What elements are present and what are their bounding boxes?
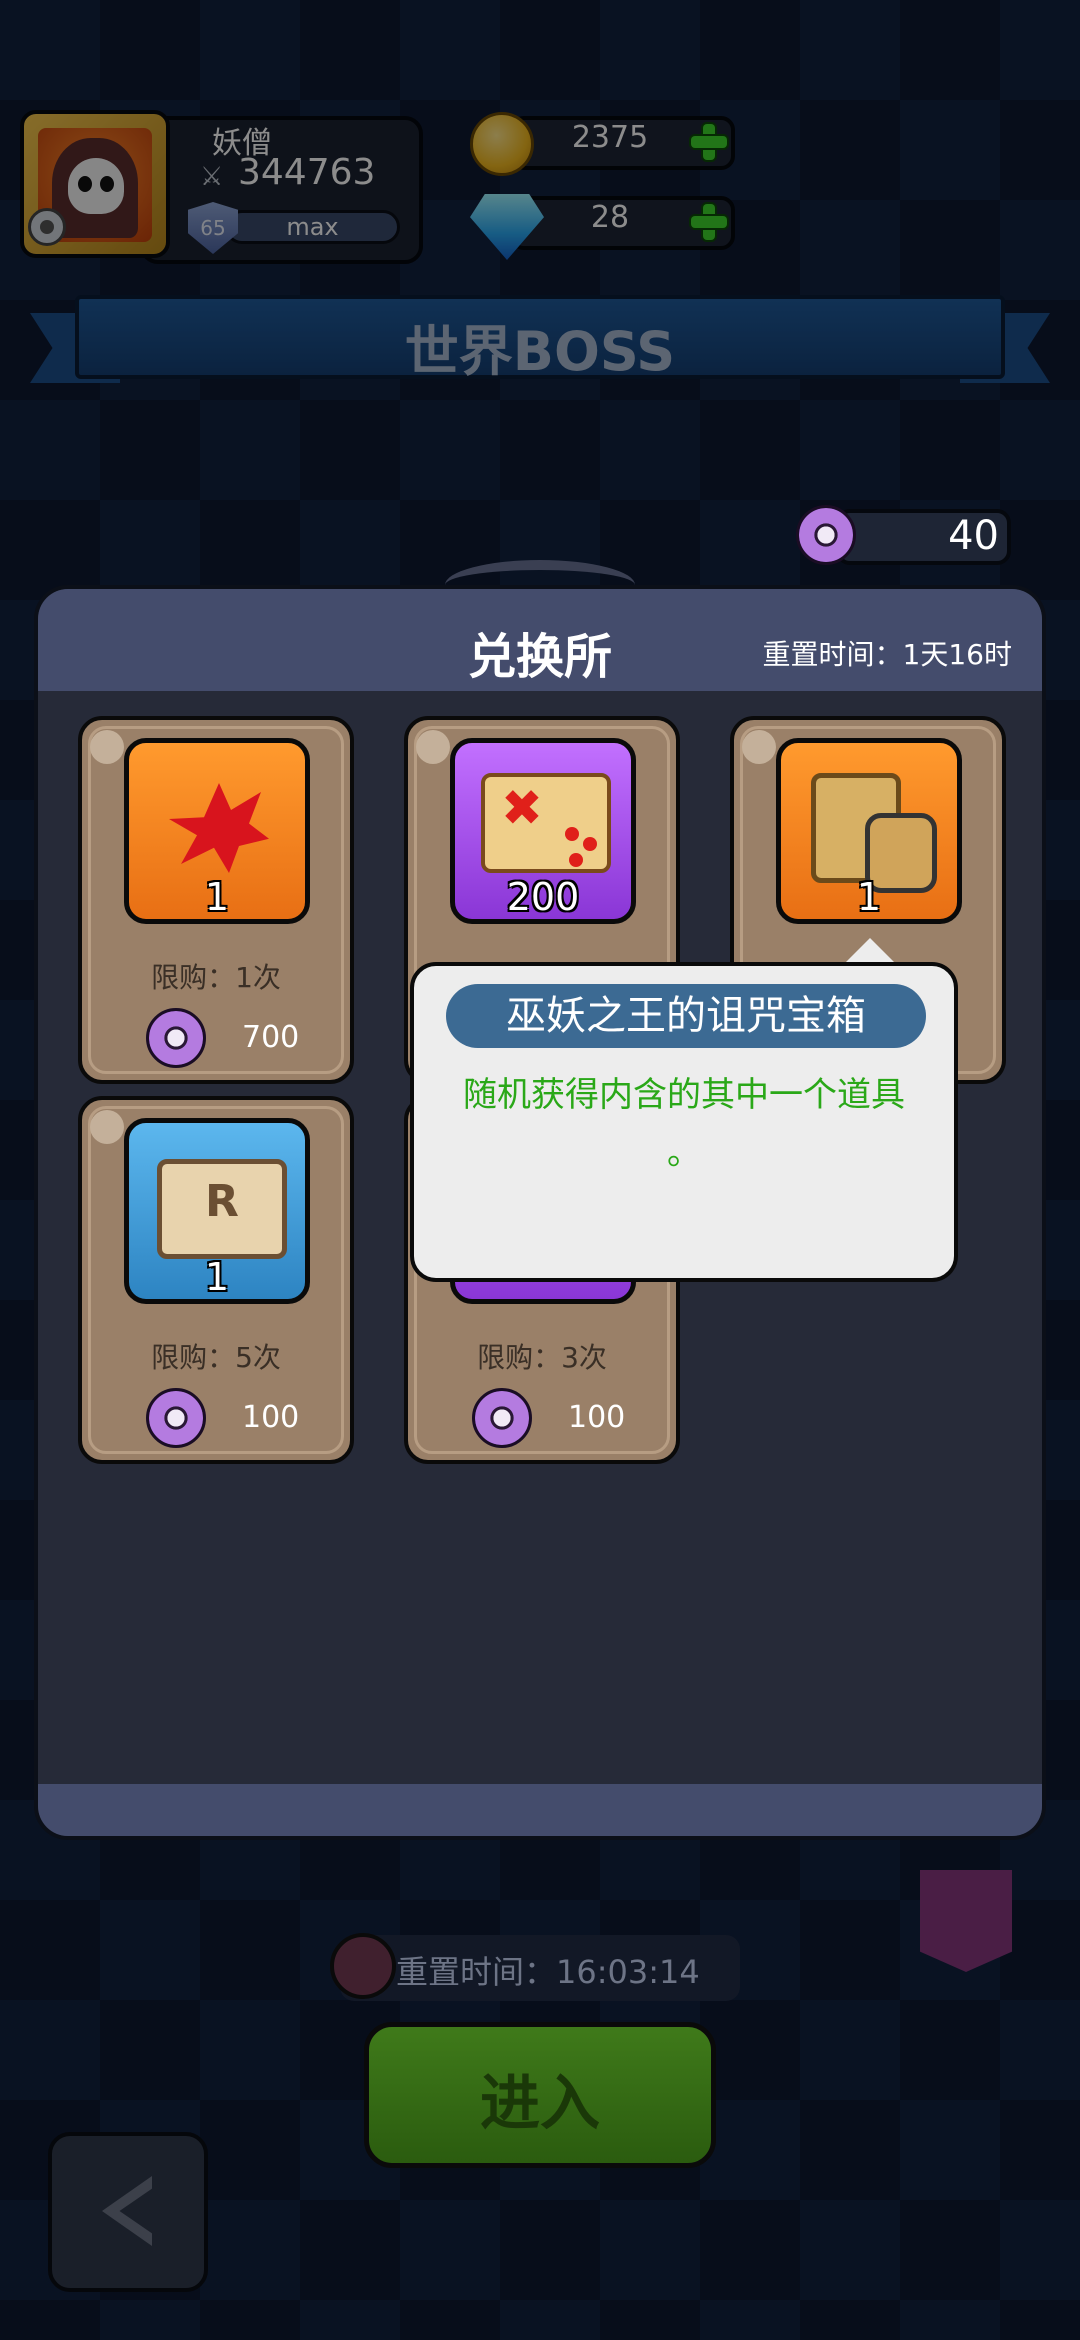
shop-footer xyxy=(38,1784,1042,1836)
item-price: 100 xyxy=(242,1400,300,1435)
item-slot: 1 xyxy=(124,1118,310,1304)
red-crystal-icon xyxy=(169,783,269,873)
purchase-limit: 限购：3次 xyxy=(477,1341,607,1374)
cursed-chest-icon xyxy=(801,763,941,893)
tooltip-description: 随机获得内含的其中一个道具 。 xyxy=(434,1066,934,1182)
item-price: 100 xyxy=(568,1400,626,1435)
boss-timer-text: 重置时间：16:03:14 xyxy=(396,1953,700,1991)
item-slot: 1 xyxy=(124,738,310,924)
item-tooltip: 巫妖之王的诅咒宝箱 随机获得内含的其中一个道具 。 xyxy=(410,962,958,1282)
item-quantity: 200 xyxy=(506,875,580,919)
shop-reset-time: 重置时间：1天16时 xyxy=(762,638,1012,671)
enter-button[interactable]: 进入 xyxy=(364,2022,716,2168)
treasure-map-icon xyxy=(481,773,611,873)
item-quantity: 1 xyxy=(204,875,230,919)
item-quantity: 1 xyxy=(856,875,882,919)
skull-token-icon xyxy=(796,505,856,565)
tooltip-title: 巫妖之王的诅咒宝箱 xyxy=(446,984,926,1048)
item-price: 700 xyxy=(242,1020,300,1055)
item-quantity: 1 xyxy=(204,1255,230,1299)
enter-label: 进入 xyxy=(480,2069,600,2139)
tooltip-description-text: 随机获得内含的其中一个道具 xyxy=(463,1075,905,1115)
skull-clock-icon xyxy=(330,1933,396,1999)
item-slot: 1 xyxy=(776,738,962,924)
skull-token-icon xyxy=(146,1008,206,1068)
tooltip-description-period: 。 xyxy=(667,1133,701,1173)
token-balance: 40 xyxy=(948,513,999,559)
refresh-ticket-icon xyxy=(157,1159,287,1259)
item-slot: 200 xyxy=(450,738,636,924)
back-button[interactable] xyxy=(48,2132,208,2292)
shop-item-card[interactable]: 1 限购：1次 700 xyxy=(78,716,354,1084)
shop-header: 兑换所 重置时间：1天16时 xyxy=(38,589,1042,691)
purchase-limit: 限购：1次 xyxy=(151,961,281,994)
token-counter: 40 xyxy=(796,505,1011,567)
boss-reset-timer: 重置时间：16:03:14 xyxy=(330,1933,740,2001)
skull-token-icon xyxy=(472,1388,532,1448)
rank-flag-icon[interactable] xyxy=(920,1870,1012,1972)
purchase-limit: 限购：5次 xyxy=(151,1341,281,1374)
skull-token-icon xyxy=(146,1388,206,1448)
shop-item-card[interactable]: 1 限购：5次 100 xyxy=(78,1096,354,1464)
back-arrow-icon xyxy=(102,2176,152,2246)
